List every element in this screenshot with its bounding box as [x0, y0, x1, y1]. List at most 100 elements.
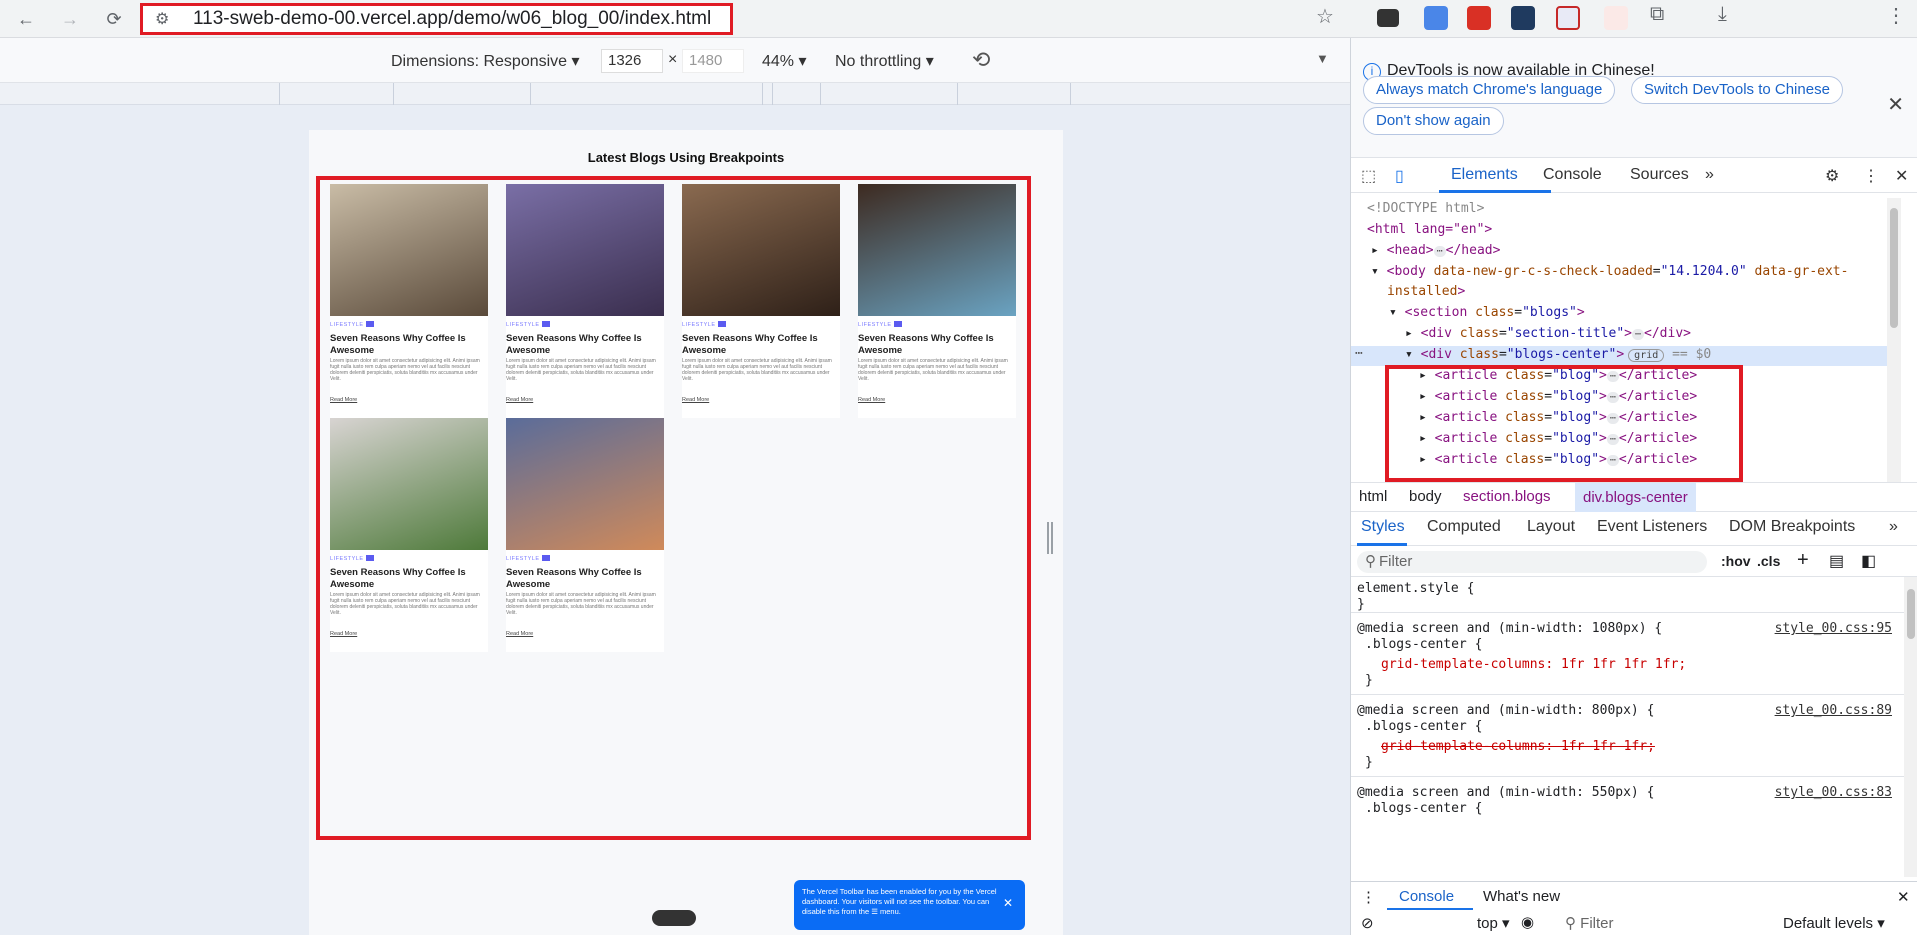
console-filter-input[interactable]: ⚲ Filter	[1565, 914, 1614, 932]
dom-body[interactable]: ▾ <body data-new-gr-c-s-check-loaded="14…	[1371, 264, 1848, 284]
styles-filter-input[interactable]: ⚲ Filter	[1357, 551, 1707, 573]
extensions-puzzle-icon[interactable]: ⧉	[1650, 3, 1664, 26]
dom-scroll-thumb[interactable]	[1890, 208, 1898, 328]
media-800-text: @media screen and (min-width: 800px) {	[1357, 703, 1655, 718]
drawer-close-icon[interactable]: ✕	[1897, 888, 1910, 906]
crumb-blogs-center[interactable]: div.blogs-center	[1575, 483, 1696, 512]
media-800-property[interactable]: grid-template-columns: 1fr 1fr 1fr;	[1381, 739, 1655, 754]
crumb-html[interactable]: html	[1359, 488, 1387, 505]
tab-styles[interactable]: Styles	[1361, 518, 1405, 536]
tab-dom-breakpoints[interactable]: DOM Breakpoints	[1729, 518, 1855, 536]
dom-section-title[interactable]: ▸ <div class="section-title"> ⋯ </div>	[1405, 326, 1691, 346]
media-550-source[interactable]: style_00.css:83	[1775, 785, 1892, 800]
body-attr-1: data-new-gr-c-s-check-loaded	[1433, 264, 1653, 279]
match-language-button[interactable]: Always match Chrome's language	[1363, 76, 1616, 104]
dom-doctype[interactable]: <!DOCTYPE html>	[1367, 201, 1484, 221]
tab-layout[interactable]: Layout	[1527, 518, 1575, 536]
banner-close-icon[interactable]: ✕	[1887, 92, 1904, 117]
clear-console-icon[interactable]: ⊘	[1361, 914, 1374, 932]
context-label: top	[1477, 915, 1498, 932]
styles-scroll-thumb[interactable]	[1907, 589, 1915, 639]
cls-toggle[interactable]: .cls	[1757, 553, 1780, 569]
tab-sources[interactable]: Sources	[1630, 166, 1689, 184]
media-rule-1080[interactable]: @media screen and (min-width: 1080px) { …	[1351, 613, 1904, 695]
site-settings-icon[interactable]: ⚙	[155, 9, 179, 29]
throttling-label: No throttling	[835, 53, 922, 70]
hov-toggle[interactable]: :hov	[1721, 553, 1751, 569]
tab-console[interactable]: Console	[1543, 166, 1602, 184]
grid-badge[interactable]: grid	[1628, 349, 1665, 362]
new-rule-icon[interactable]: +	[1797, 549, 1809, 572]
crumb-section[interactable]: section.blogs	[1463, 488, 1551, 505]
media-550-text: @media screen and (min-width: 550px) {	[1357, 785, 1655, 800]
page-title: Latest Blogs Using Breakpoints	[587, 150, 785, 165]
active-tab-underline	[1439, 190, 1551, 193]
height-input[interactable]: 1480	[682, 49, 744, 73]
extension-icon-2[interactable]	[1424, 6, 1448, 30]
dimensions-select[interactable]: Dimensions: Responsive ▾	[391, 51, 580, 71]
media-800-source[interactable]: style_00.css:89	[1775, 703, 1892, 718]
settings-gear-icon[interactable]: ⚙	[1825, 166, 1839, 186]
ellipsis-badge[interactable]: ⋯	[1433, 246, 1446, 257]
devtools-close-icon[interactable]: ✕	[1895, 166, 1908, 186]
extension-icon-6[interactable]	[1604, 6, 1628, 30]
dom-dots-icon[interactable]: ⋯	[1355, 346, 1363, 366]
ellipsis-badge[interactable]: ⋯	[1632, 329, 1645, 340]
switch-chinese-button[interactable]: Switch DevTools to Chinese	[1631, 76, 1843, 104]
url-text: 113-sweb-demo-00.vercel.app/demo/w06_blo…	[193, 8, 712, 29]
media-1080-property[interactable]: grid-template-columns: 1fr 1fr 1fr 1fr;	[1381, 657, 1686, 672]
drawer-menu-icon[interactable]: ⋮	[1361, 888, 1376, 906]
media-1080-source[interactable]: style_00.css:95	[1775, 621, 1892, 636]
more-options-icon[interactable]: ▼	[1316, 51, 1329, 66]
extension-icon-3[interactable]	[1467, 6, 1491, 30]
paint-brush-icon[interactable]: ▤	[1829, 551, 1844, 571]
log-levels-label: Default levels	[1783, 915, 1874, 932]
tab-computed[interactable]: Computed	[1427, 518, 1501, 536]
dom-scrollbar[interactable]	[1887, 198, 1901, 482]
ruler-tick	[279, 83, 280, 105]
extension-icon-4[interactable]	[1511, 6, 1535, 30]
dom-section[interactable]: ▾ <section class="blogs">	[1389, 305, 1585, 325]
context-select[interactable]: top ▾	[1477, 914, 1510, 932]
log-levels-select[interactable]: Default levels ▾	[1783, 914, 1885, 932]
zoom-select[interactable]: 44% ▾	[762, 51, 807, 71]
media-query-ruler[interactable]	[0, 83, 1350, 105]
devtools-menu-icon[interactable]: ⋮	[1863, 166, 1879, 186]
tab-event-listeners[interactable]: Event Listeners	[1597, 518, 1707, 536]
width-input[interactable]: 1326	[601, 49, 663, 73]
tab-elements[interactable]: Elements	[1451, 166, 1518, 184]
media-rule-550[interactable]: @media screen and (min-width: 550px) { s…	[1351, 777, 1904, 817]
address-bar[interactable]: ⚙ 113-sweb-demo-00.vercel.app/demo/w06_b…	[140, 3, 733, 35]
live-expression-icon[interactable]: ◉	[1521, 913, 1534, 931]
drawer-tab-whats-new[interactable]: What's new	[1483, 888, 1560, 905]
dont-show-again-button[interactable]: Don't show again	[1363, 107, 1504, 135]
sidebar-toggle-icon[interactable]: ◧	[1861, 551, 1876, 571]
dom-head[interactable]: ▸ <head> ⋯ </head>	[1371, 243, 1500, 263]
menu-kebab-icon[interactable]: ⋮	[1886, 3, 1906, 28]
media-rule-800[interactable]: @media screen and (min-width: 800px) { s…	[1351, 695, 1904, 777]
drawer-tab-console[interactable]: Console	[1399, 888, 1454, 905]
extension-icon-5[interactable]	[1556, 6, 1580, 30]
reload-icon[interactable]: ⟳	[96, 1, 132, 37]
element-style-block[interactable]: element.style { }	[1351, 577, 1904, 613]
back-icon[interactable]: ←	[8, 1, 44, 37]
device-toggle-icon[interactable]: ▯	[1395, 166, 1404, 186]
section-tag: <section	[1404, 305, 1468, 320]
more-subtabs-icon[interactable]: »	[1889, 518, 1898, 536]
extension-icon-1[interactable]	[1377, 9, 1399, 27]
dom-html[interactable]: <html lang="en">	[1367, 222, 1492, 242]
throttling-select[interactable]: No throttling ▾	[835, 51, 934, 71]
styles-scrollbar[interactable]	[1904, 577, 1917, 877]
download-icon[interactable]: ⤓	[1718, 3, 1727, 26]
dom-blogs-center[interactable]: ▾ <div class="blogs-center"> grid == $0	[1405, 347, 1711, 367]
crumb-body[interactable]: body	[1409, 488, 1442, 505]
more-tabs-icon[interactable]: »	[1705, 166, 1714, 184]
vercel-toolbar-pill[interactable]	[652, 910, 696, 926]
forward-icon[interactable]: →	[52, 1, 88, 37]
bookmark-star-icon[interactable]: ☆	[1316, 4, 1334, 29]
viewport-resize-handle[interactable]	[1047, 522, 1053, 554]
rotate-icon[interactable]: ⟲	[972, 47, 990, 73]
media-550-selector: .blogs-center {	[1365, 801, 1483, 816]
inspect-element-icon[interactable]: ⬚	[1361, 166, 1376, 186]
toast-close-icon[interactable]: ✕	[1003, 897, 1013, 909]
